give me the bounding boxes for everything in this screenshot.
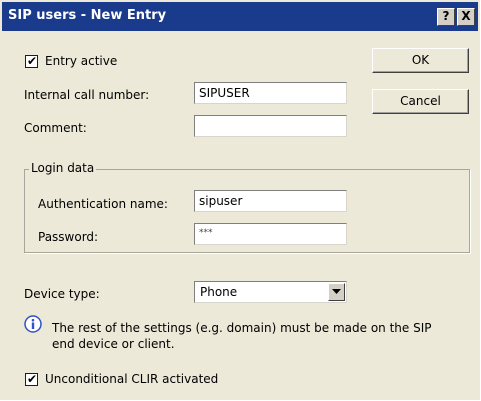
unconditional-clir-checkbox[interactable]: ✔ (25, 372, 38, 386)
ok-button[interactable]: OK (372, 48, 469, 73)
checkmark-icon: ✔ (27, 372, 38, 386)
device-type-dropdown-button[interactable] (328, 283, 345, 301)
entry-active-checkbox[interactable]: ✔ (25, 54, 38, 68)
password-label: Password: (38, 230, 99, 244)
internal-call-number-field[interactable]: SIPUSER (194, 82, 347, 104)
window-title: SIP users - New Entry (8, 8, 167, 23)
comment-label: Comment: (24, 121, 87, 135)
help-icon: ? (442, 9, 450, 23)
password-field[interactable]: *** (194, 223, 347, 245)
device-type-value: Phone (200, 285, 238, 299)
close-button[interactable]: X (457, 8, 475, 26)
title-bar[interactable]: SIP users - New Entry ? X (2, 2, 478, 31)
info-text-line1: The rest of the settings (e.g. domain) m… (52, 321, 432, 335)
sip-users-dialog: SIP users - New Entry ? X ✔ Entry active… (0, 0, 481, 401)
comment-field[interactable] (194, 115, 347, 137)
close-icon: X (461, 9, 471, 23)
internal-call-number-label: Internal call number: (24, 88, 150, 102)
cancel-button[interactable]: Cancel (372, 89, 469, 114)
chevron-down-icon (332, 289, 341, 294)
unconditional-clir-label: Unconditional CLIR activated (45, 372, 219, 386)
authentication-name-label: Authentication name: (38, 197, 168, 211)
login-data-legend: Login data (29, 161, 97, 175)
help-button[interactable]: ? (437, 8, 455, 26)
checkmark-icon: ✔ (27, 54, 38, 68)
device-type-label: Device type: (24, 287, 100, 301)
entry-active-label: Entry active (45, 54, 118, 68)
device-type-select[interactable]: Phone (194, 281, 347, 303)
info-text-line2: end device or client. (52, 337, 175, 351)
authentication-name-field[interactable]: sipuser (194, 190, 347, 212)
info-icon (24, 315, 42, 333)
